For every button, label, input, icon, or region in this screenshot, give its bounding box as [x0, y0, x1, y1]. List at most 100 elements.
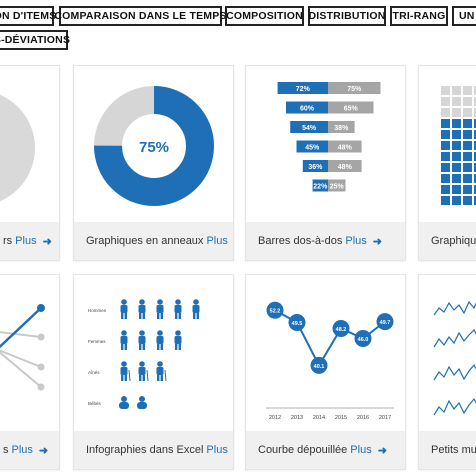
waffle-cell: [463, 163, 472, 172]
x-tick-label: 2016: [357, 415, 369, 421]
waffle-cell: [463, 174, 472, 183]
slope-point: [37, 383, 45, 391]
waffle-cell: [441, 185, 450, 194]
spark-line: [433, 300, 476, 316]
tab-distribution[interactable]: DISTRIBUTION: [308, 6, 386, 26]
waffle-cell: [452, 163, 461, 172]
row-label: Femmes: [88, 339, 106, 344]
data-label: 46.0: [358, 337, 369, 343]
elder-icon: [138, 361, 149, 382]
card-title: Graphiqu: [431, 235, 476, 247]
bar-left-label: 60%: [300, 106, 315, 113]
x-tick-label: 2014: [313, 415, 325, 421]
x-tick-label: 2015: [335, 415, 347, 421]
more-link[interactable]: Plus: [12, 444, 33, 456]
card-pente[interactable]: s Plus ➜: [0, 274, 60, 470]
card-caption: Infographies dans Excel Plus ➜: [74, 431, 233, 469]
card-petits-multiples[interactable]: Petits mult: [418, 274, 476, 470]
waffle-cell: [452, 130, 461, 139]
waffle-cell: [463, 119, 472, 128]
data-label: 48.2: [336, 327, 347, 333]
card-caption: Graphiques en anneaux Plus ➜: [74, 222, 233, 260]
more-link[interactable]: Plus: [206, 444, 227, 456]
waffle-cell: [452, 152, 461, 161]
infographic-chart: Hommes Femmes Aînés Bébés: [88, 299, 200, 409]
arrow-right-icon[interactable]: ➜: [43, 235, 52, 248]
line-chart: 52.2 49.5 40.1 48.2 46.0 49.7 2012 2013 2014 2015…: [266, 301, 394, 421]
tab-ecarts-deviations[interactable]: S-DÉVIATIONS: [0, 30, 70, 50]
card-caption: Barres dos-à-dos Plus ➜: [246, 222, 405, 260]
x-tick-label: 2012: [269, 415, 281, 421]
pie-chart: [0, 94, 35, 202]
spark-line: [433, 329, 476, 348]
data-label: 52.2: [270, 309, 281, 315]
spark-line: [433, 397, 476, 416]
more-link[interactable]: Plus: [15, 235, 36, 247]
more-link[interactable]: Plus: [206, 235, 227, 247]
card-barres-dos-a-dos[interactable]: 72% 75% 60% 65% 54% 38% 45% 48% 36% 48% 22% 25% Bar…: [245, 65, 406, 261]
person-icon: [174, 299, 182, 319]
arrow-right-icon[interactable]: ➜: [378, 444, 387, 457]
waffle-cell: [463, 185, 472, 194]
more-link[interactable]: Plus: [350, 444, 371, 456]
thumb-infographic: Hommes Femmes Aînés Bébés: [74, 275, 233, 431]
waffle-cell: [463, 108, 472, 117]
waffle-cell: [441, 130, 450, 139]
card-courbe-depouillee[interactable]: 52.2 49.5 40.1 48.2 46.0 49.7 2012 2013 2014 2015…: [245, 274, 406, 470]
bar-right-label: 48%: [338, 145, 353, 152]
waffle-cell: [441, 141, 450, 150]
waffle-cell: [441, 196, 450, 205]
row-label: Aînés: [88, 370, 100, 375]
card-caption: Petits mult: [419, 431, 476, 469]
tab-comparaison-items[interactable]: ON D'ITEMS: [0, 6, 56, 26]
donut-label: 75%: [139, 139, 169, 156]
waffle-cell: [452, 119, 461, 128]
slope-line: [0, 351, 42, 388]
waffle-cell: [452, 97, 461, 106]
waffle-cell: [463, 130, 472, 139]
card-title: Courbe dépouillée: [258, 444, 348, 456]
card-title: rs: [3, 235, 13, 247]
tab-un[interactable]: UN: [452, 6, 476, 26]
more-link[interactable]: Plus: [345, 235, 366, 247]
slope-point: [37, 363, 45, 371]
slope-point: [37, 333, 45, 341]
waffle-cell: [441, 97, 450, 106]
card-graphiques-anneaux[interactable]: 75% Graphiques en anneaux Plus ➜: [73, 65, 234, 261]
person-icon: [138, 299, 146, 319]
thumb-back-to-back: 72% 75% 60% 65% 54% 38% 45% 48% 36% 48% 22% 25%: [246, 66, 405, 222]
person-icon: [192, 299, 200, 319]
bar-left-label: 54%: [302, 125, 317, 132]
back-to-back-chart: 72% 75% 60% 65% 54% 38% 45% 48% 36% 48% 22% 25%: [277, 82, 381, 192]
card-infographies-excel[interactable]: Hommes Femmes Aînés Bébés Infographies dans…: [73, 274, 234, 470]
card-title: s: [3, 444, 9, 456]
x-tick-label: 2013: [291, 415, 303, 421]
baby-icon: [119, 396, 129, 409]
arrow-right-icon[interactable]: ➜: [373, 235, 382, 248]
thumb-slope: [0, 275, 59, 431]
slope-line-highlight: [0, 307, 42, 349]
bar-right-label: 48%: [338, 164, 353, 171]
bar-right-label: 38%: [334, 125, 349, 132]
tab-tri-rang[interactable]: TRI-RANG: [390, 6, 448, 26]
card-title: Infographies dans Excel: [86, 444, 204, 456]
waffle-cell: [441, 108, 450, 117]
waffle-cell: [441, 152, 450, 161]
waffle-cell: [441, 119, 450, 128]
waffle-cell: [452, 86, 461, 95]
person-icon: [120, 299, 128, 319]
slope-line: [0, 331, 42, 338]
person-icon: [174, 330, 182, 350]
person-icon: [156, 330, 164, 350]
person-icon: [138, 330, 146, 350]
tab-comparaison-temps[interactable]: COMPARAISON DANS LE TEMPS: [54, 6, 226, 26]
waffle-cell: [452, 196, 461, 205]
card-secteurs[interactable]: rs Plus ➜: [0, 65, 60, 261]
data-label: 49.7: [380, 320, 391, 326]
slope-point-highlight: [37, 304, 45, 312]
tab-composition[interactable]: COMPOSITION: [225, 6, 304, 26]
card-graphique-gaufre[interactable]: Graphiqu: [418, 65, 476, 261]
waffle-cell: [452, 108, 461, 117]
card-title: Graphiques en anneaux: [86, 235, 204, 247]
arrow-right-icon[interactable]: ➜: [39, 444, 48, 457]
